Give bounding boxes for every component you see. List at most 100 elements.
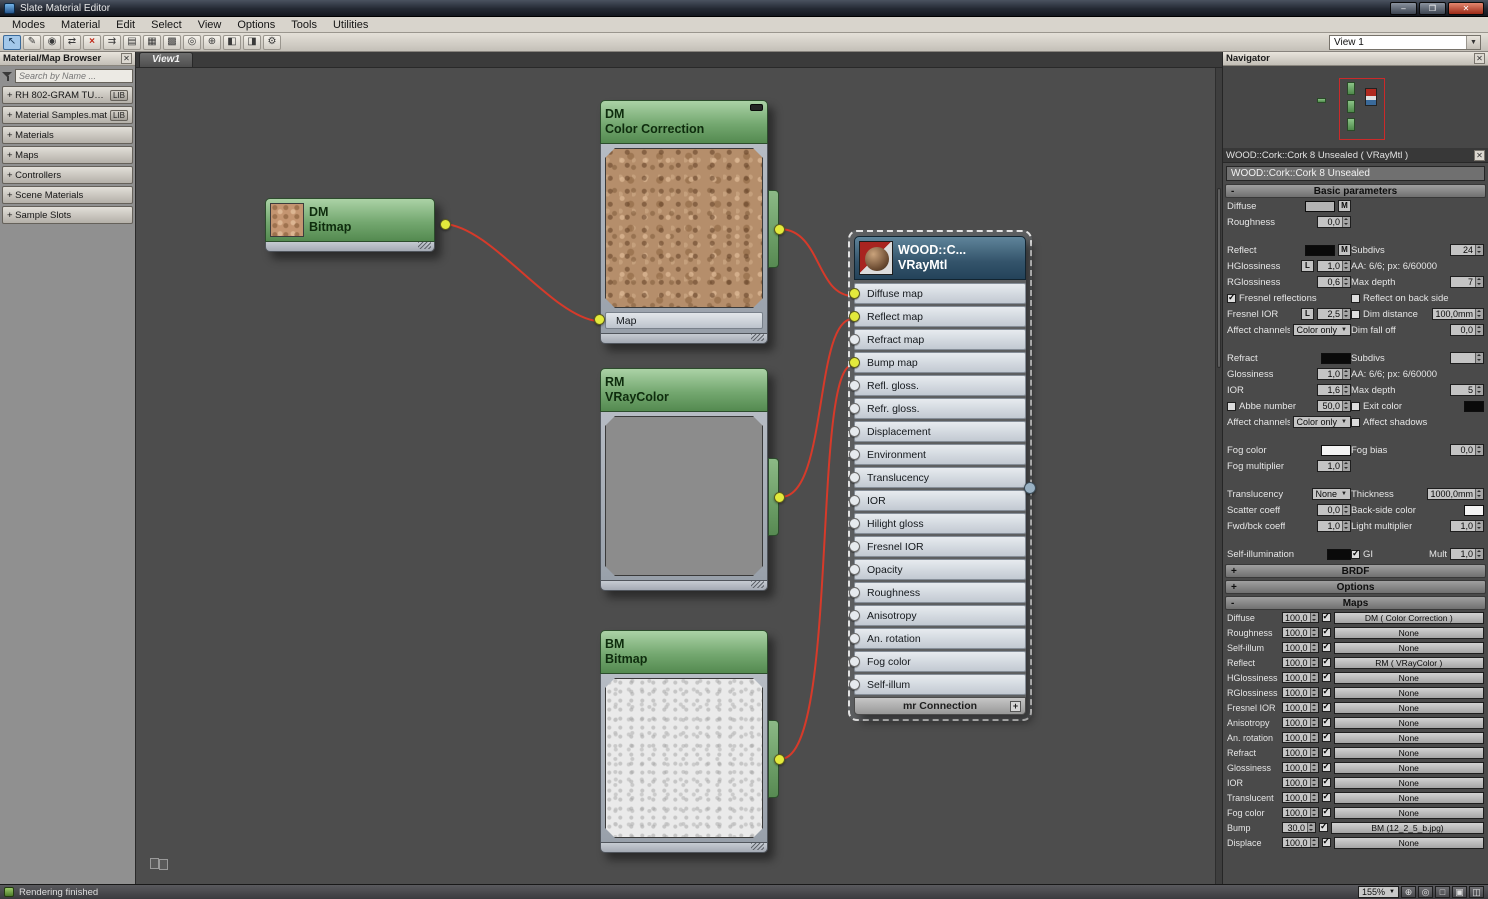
spinner-arrows-icon[interactable]	[1310, 673, 1318, 682]
fog-multiplier-spinner[interactable]: 1,0	[1317, 460, 1351, 472]
map-slot-button[interactable]: None	[1334, 627, 1484, 639]
hglossiness-spinner[interactable]: 1,0	[1317, 260, 1351, 272]
slot-connector-icon[interactable]	[849, 587, 860, 598]
slot-connector-icon[interactable]	[849, 495, 860, 506]
slot-connector-icon[interactable]	[849, 288, 860, 299]
map-amount-spinner[interactable]: 100,0	[1282, 687, 1319, 698]
show-grid-icon[interactable]: ▩	[163, 35, 181, 50]
map-slot-button[interactable]: None	[1334, 747, 1484, 759]
map-amount-spinner[interactable]: 100,0	[1282, 762, 1319, 773]
material-slot-row[interactable]: Environment	[854, 444, 1026, 465]
spinner-arrows-icon[interactable]	[1342, 309, 1350, 319]
material-slot-row[interactable]: IOR	[854, 490, 1026, 511]
ior-spinner[interactable]: 1,6	[1317, 384, 1351, 396]
node-header[interactable]: RM VRayColor	[600, 368, 768, 412]
expand-plus-icon[interactable]: +	[1231, 582, 1237, 593]
spinner-arrows-icon[interactable]	[1310, 703, 1318, 712]
spinner-arrows-icon[interactable]	[1475, 521, 1483, 531]
zoom-level-dropdown[interactable]: 155%	[1358, 886, 1399, 898]
translucency-select[interactable]: None	[1312, 488, 1351, 500]
slot-connector-icon[interactable]	[849, 357, 860, 368]
map-slot-button[interactable]: None	[1334, 792, 1484, 804]
navigator-minimap[interactable]	[1223, 66, 1488, 148]
refract-subdivs-spinner[interactable]	[1450, 352, 1484, 364]
fresnel-ior-lock-button[interactable]: L	[1301, 308, 1314, 320]
map-amount-spinner[interactable]: 100,0	[1282, 837, 1319, 848]
put-material-to-scene-icon[interactable]: ◉	[43, 35, 61, 50]
exit-color-swatch[interactable]	[1464, 401, 1484, 412]
map-amount-spinner[interactable]: 100,0	[1282, 717, 1319, 728]
scatter-coeff-spinner[interactable]: 0,0	[1317, 504, 1351, 516]
node-vraymtl-material[interactable]: WOOD::C... VRayMtl Diffuse map	[854, 236, 1026, 715]
map-slot-button[interactable]: None	[1334, 837, 1484, 849]
render-map-icon[interactable]: ◎	[183, 35, 201, 50]
node-resize-grip[interactable]	[600, 334, 768, 344]
slot-connector-icon[interactable]	[849, 472, 860, 483]
glossiness-spinner[interactable]: 1,0	[1317, 368, 1351, 380]
lib-badge[interactable]: LIB	[110, 90, 128, 101]
select-by-material-icon[interactable]: ⊕	[203, 35, 221, 50]
expand-plus-icon[interactable]: +	[1010, 701, 1021, 712]
material-slot-row[interactable]: Opacity	[854, 559, 1026, 580]
material-slot-row[interactable]: Reflect map	[854, 306, 1026, 327]
map-amount-spinner[interactable]: 100,0	[1282, 807, 1319, 818]
pan-hand-icon[interactable]: ⊕	[1401, 886, 1416, 898]
map-slot-button[interactable]: None	[1334, 687, 1484, 699]
spinner-arrows-icon[interactable]	[1310, 838, 1318, 847]
map-enabled-checkbox[interactable]	[1322, 673, 1331, 682]
map-amount-spinner[interactable]: 100,0	[1282, 777, 1319, 788]
material-slot-row[interactable]: Diffuse map	[854, 283, 1026, 304]
spinner-arrows-icon[interactable]	[1310, 688, 1318, 697]
spinner-arrows-icon[interactable]	[1475, 325, 1483, 335]
spinner-arrows-icon[interactable]	[1310, 808, 1318, 817]
browser-item[interactable]: + Material Samples.mat LIB	[2, 106, 133, 124]
refract-color-swatch[interactable]	[1321, 353, 1351, 364]
slot-connector-icon[interactable]	[849, 426, 860, 437]
rglossiness-spinner[interactable]: 0,6	[1317, 276, 1351, 288]
spinner-arrows-icon[interactable]	[1310, 733, 1318, 742]
collapse-icon[interactable]	[750, 104, 763, 111]
browser-item[interactable]: + Controllers	[2, 166, 133, 184]
zoom-extents-selected-icon[interactable]: ◫	[1469, 886, 1484, 898]
material-slot-row[interactable]: An. rotation	[854, 628, 1026, 649]
map-enabled-checkbox[interactable]	[1322, 703, 1331, 712]
slot-connector-icon[interactable]	[849, 541, 860, 552]
slot-connector-icon[interactable]	[849, 610, 860, 621]
menu-item[interactable]: Material	[53, 19, 108, 31]
menu-item[interactable]: View	[190, 19, 230, 31]
maximize-button[interactable]: ❒	[1419, 2, 1446, 15]
dim-falloff-spinner[interactable]: 0,0	[1450, 324, 1484, 336]
gi-checkbox[interactable]	[1351, 550, 1360, 559]
reflect-subdivs-spinner[interactable]: 24	[1450, 244, 1484, 256]
collapse-minus-icon[interactable]: -	[1231, 186, 1234, 197]
slot-connector-icon[interactable]	[849, 518, 860, 529]
self-illum-mult-spinner[interactable]: 1,0	[1450, 548, 1484, 560]
node-resize-grip[interactable]	[600, 843, 768, 853]
hide-unused-nodeslots-icon[interactable]: ▤	[123, 35, 141, 50]
wire-colorcorrection-to-diffuse[interactable]	[781, 229, 852, 296]
material-options-icon[interactable]: ⚙	[263, 35, 281, 50]
map-enabled-checkbox[interactable]	[1322, 613, 1331, 622]
slot-connector-icon[interactable]	[849, 403, 860, 414]
map-enabled-checkbox[interactable]	[1322, 838, 1331, 847]
node-header[interactable]: DM Bitmap	[265, 198, 435, 242]
filter-icon[interactable]	[2, 70, 13, 82]
abbe-number-checkbox[interactable]	[1227, 402, 1236, 411]
layout-children-icon[interactable]: ◨	[243, 35, 261, 50]
spinner-arrows-icon[interactable]	[1310, 778, 1318, 787]
node-dm-bitmap[interactable]: DM Bitmap	[265, 198, 435, 252]
fog-color-swatch[interactable]	[1321, 445, 1351, 456]
slot-connector-icon[interactable]	[849, 334, 860, 345]
map-enabled-checkbox[interactable]	[1322, 793, 1331, 802]
output-connector-icon[interactable]	[774, 492, 785, 503]
spinner-arrows-icon[interactable]	[1475, 277, 1483, 287]
slot-connector-icon[interactable]	[849, 380, 860, 391]
scrollbar-thumb[interactable]	[1217, 188, 1221, 368]
map-amount-spinner[interactable]: 100,0	[1282, 702, 1319, 713]
map-amount-spinner[interactable]: 100,0	[1282, 612, 1319, 623]
rollout-brdf[interactable]: + BRDF	[1225, 564, 1486, 578]
spinner-arrows-icon[interactable]	[1475, 353, 1483, 363]
spinner-arrows-icon[interactable]	[1342, 217, 1350, 227]
slot-connector-icon[interactable]	[849, 564, 860, 575]
map-enabled-checkbox[interactable]	[1322, 688, 1331, 697]
